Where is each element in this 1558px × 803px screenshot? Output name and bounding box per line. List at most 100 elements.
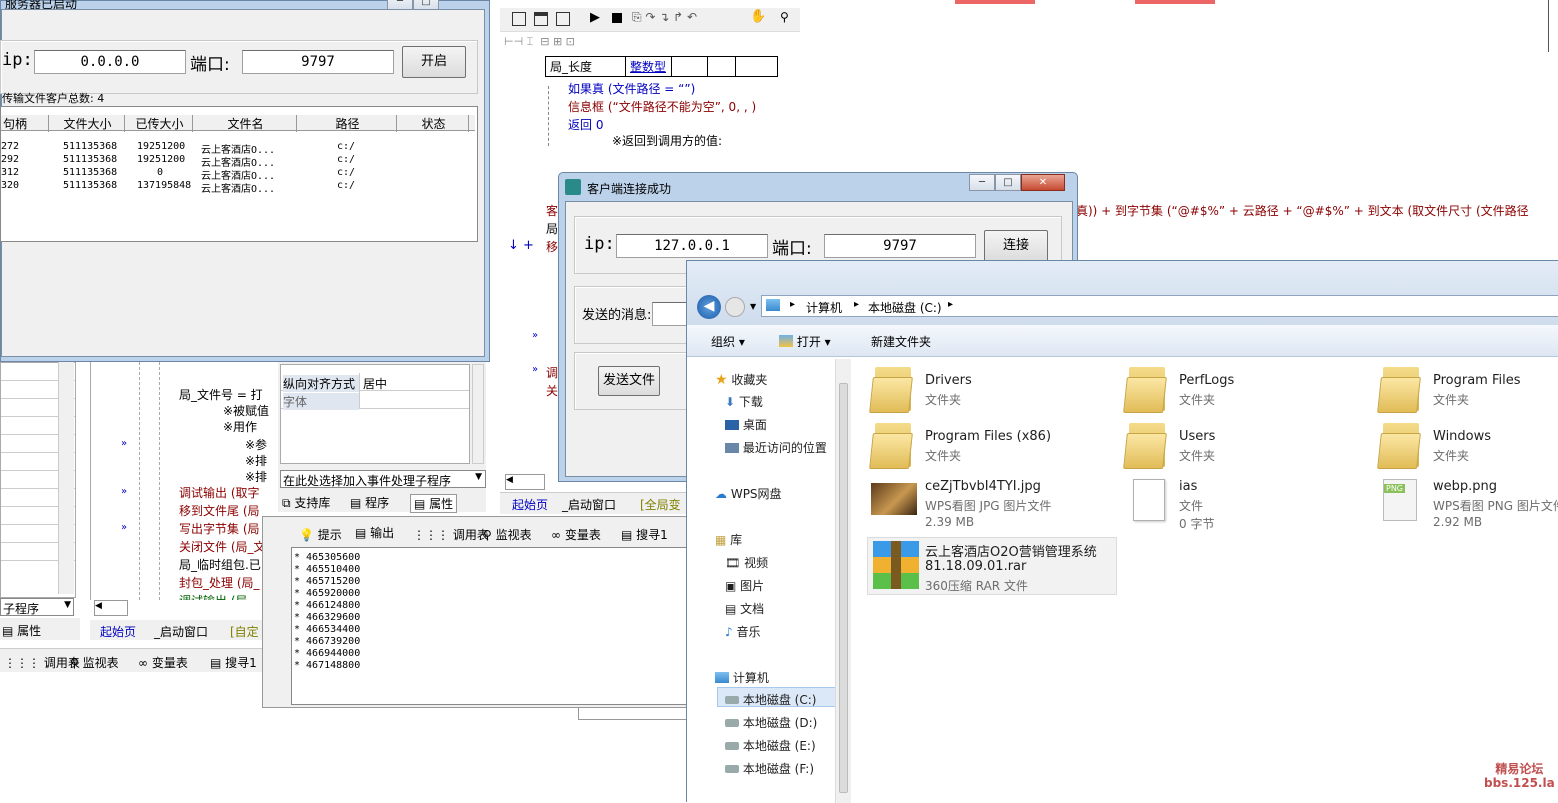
send-file-button[interactable]: 发送文件 [598, 366, 660, 396]
tab-start-window-lower[interactable]: _启动窗口 [154, 623, 208, 640]
table-row[interactable]: 272 511135368 19251200 云上客酒店O... c:/ [1, 141, 475, 156]
nav-documents[interactable]: ▤ 文档 [725, 600, 764, 617]
left-select[interactable]: 子程序 ▼ [0, 598, 74, 616]
tab-program[interactable]: ▤ 程序 [350, 494, 389, 511]
col-path[interactable]: 路径 [299, 115, 397, 132]
table-row[interactable]: 320 511135368 137195848 云上客酒店O... c:/ [1, 180, 475, 195]
organize-menu[interactable]: 组织 ▾ [711, 333, 745, 350]
recent-dropdown-icon[interactable]: ▼ [750, 302, 756, 311]
tab-custom-lower[interactable]: [自定 [230, 623, 259, 640]
tab-watch[interactable]: ⚲ 监视表 [483, 526, 532, 543]
item-name[interactable]: Users [1179, 429, 1215, 444]
item-name[interactable]: Program Files [1433, 373, 1521, 388]
maximize-button[interactable]: □ [995, 174, 1021, 191]
tab-search-left[interactable]: ▤ 搜寻1 [210, 654, 257, 671]
client-port-field[interactable]: 9797 [824, 234, 976, 258]
server-ip-field[interactable]: 0.0.0.0 [34, 50, 186, 74]
table-row[interactable]: 312 511135368 0 云上客酒店O... c:/ [1, 167, 475, 182]
new-folder-button[interactable]: 新建文件夹 [871, 333, 931, 350]
tab-support-lib[interactable]: ⧉ 支持库 [282, 494, 330, 511]
property-grid: 纵向对齐方式 居中 字体 [280, 364, 470, 464]
item-type: 文件夹 [1179, 393, 1216, 407]
item-name[interactable]: ias [1179, 479, 1197, 494]
nav-computer[interactable]: 计算机 [715, 669, 769, 686]
tab-calltable-left[interactable]: ⋮⋮⋮ 调用表 [4, 654, 80, 671]
hand-icon[interactable]: ✋ [750, 9, 766, 24]
col-file-size[interactable]: 文件大小 [51, 115, 125, 132]
minimize-button[interactable]: ─ [969, 174, 995, 191]
nav-library[interactable]: ▦ 库 [715, 531, 742, 548]
h-scroll-upper[interactable]: ◀ [505, 474, 545, 490]
nav-desktop[interactable]: 桌面 [725, 416, 767, 433]
tab-properties[interactable]: ▤ 属性 [410, 494, 458, 513]
file-view[interactable]: Drivers 文件夹 PerfLogs 文件夹 Program Files 文… [853, 357, 1558, 803]
nav-drive-e[interactable]: 本地磁盘 (E:) [725, 737, 816, 754]
stop-icon[interactable] [612, 13, 622, 23]
nav-drive-c[interactable]: 本地磁盘 (C:) [725, 691, 816, 708]
step-icons[interactable]: ⎘ ↷ ↴ ↱ ↶ [632, 10, 697, 25]
close-button[interactable]: ✕ [1021, 174, 1065, 191]
prop-value-0[interactable]: 居中 [363, 375, 387, 392]
doc-tab-bar: 起始页 _启动窗口 [全局变 [500, 492, 690, 514]
nav-scrollbar[interactable] [835, 359, 851, 803]
breadcrumb-sep: ▸ [854, 299, 860, 310]
tab-start-lower[interactable]: 起始页 [100, 623, 136, 640]
breadcrumb-drive[interactable]: 本地磁盘 (C:) [868, 299, 942, 316]
layout-icon[interactable] [512, 12, 526, 26]
tab-vars[interactable]: ∞ 变量表 [551, 526, 601, 543]
item-name-line2[interactable]: 81.18.09.01.rar [925, 559, 1026, 574]
client-ip-field[interactable]: 127.0.0.1 [616, 234, 768, 258]
connect-button[interactable]: 连接 [984, 230, 1048, 262]
event-select[interactable]: 在此处选择加入事件处理子程序 ▼ [280, 470, 486, 488]
breadcrumb-computer[interactable]: 计算机 [806, 299, 842, 316]
tab-output[interactable]: ▤ 输出 [355, 524, 394, 541]
nav-recent[interactable]: 最近访问的位置 [725, 439, 827, 456]
nav-drive-f[interactable]: 本地磁盘 (F:) [725, 760, 814, 777]
back-button[interactable]: ◀ [697, 295, 721, 319]
table-row[interactable]: 292 511135368 19251200 云上客酒店O... c:/ [1, 154, 475, 169]
col-status[interactable]: 状态 [399, 115, 469, 132]
tab-start-window[interactable]: _启动窗口 [562, 496, 616, 513]
left-scrollbar[interactable] [58, 362, 74, 594]
col-sent-size[interactable]: 已传大小 [127, 115, 193, 132]
down-arrow-icon[interactable]: ↓ + [508, 238, 534, 253]
run-icon[interactable]: ▶ [590, 10, 600, 25]
binoculars-icon[interactable]: ⚲ [780, 10, 789, 24]
left-hscroll[interactable]: ◀ [94, 600, 128, 616]
item-name[interactable]: Program Files (x86) [925, 429, 1051, 444]
layout3-icon[interactable] [556, 12, 570, 26]
nav-music[interactable]: ♪ 音乐 [725, 623, 761, 640]
output-text[interactable]: * 465305600 * 465510400 * 465715200 * 46… [291, 547, 689, 705]
address-bar[interactable]: ▸ 计算机 ▸ 本地磁盘 (C:) ▸ [761, 295, 1558, 317]
var-name-cell: 局_长度 [545, 56, 626, 77]
forward-button[interactable] [725, 297, 745, 317]
item-name[interactable]: webp.png [1433, 479, 1497, 494]
open-menu[interactable]: 打开 ▾ [779, 333, 831, 350]
tab-global-var[interactable]: [全局变 [640, 496, 681, 513]
tab-hint[interactable]: 💡 提示 [299, 526, 342, 543]
nav-videos[interactable]: 🎞 视频 [725, 554, 768, 571]
nav-drive-d[interactable]: 本地磁盘 (D:) [725, 714, 817, 731]
nav-favorites[interactable]: ★ 收藏夹 [715, 371, 767, 388]
item-name[interactable]: Windows [1433, 429, 1491, 444]
tab-vars-left[interactable]: ∞ 变量表 [138, 654, 188, 671]
item-name[interactable]: 云上客酒店O2O营销管理系统 [925, 541, 1097, 560]
start-server-button[interactable]: 开启 [402, 46, 466, 78]
transfer-list[interactable]: 句柄 文件大小 已传大小 文件名 路径 状态 272 511135368 192… [0, 106, 478, 242]
item-name[interactable]: Drivers [925, 373, 972, 388]
tab-start[interactable]: 起始页 [512, 496, 548, 513]
nav-wps[interactable]: ☁ WPS网盘 [715, 485, 782, 502]
item-name[interactable]: PerfLogs [1179, 373, 1234, 388]
tab-props-left[interactable]: ▤ 属性 [2, 622, 41, 639]
item-name[interactable]: ceZjTbvbI4TYI.jpg [925, 479, 1041, 494]
col-file-name[interactable]: 文件名 [195, 115, 297, 132]
nav-pictures[interactable]: ▣ 图片 [725, 577, 764, 594]
tab-search[interactable]: ▤ 搜寻1 [621, 526, 668, 543]
layout2-icon[interactable] [534, 12, 548, 26]
prop-scrollbar[interactable] [472, 364, 484, 464]
tab-calltable[interactable]: ⋮⋮⋮ 调用表 [413, 526, 489, 543]
col-handle[interactable]: 句柄 [3, 115, 49, 132]
nav-downloads[interactable]: ⬇ 下载 [725, 393, 763, 410]
tab-watch-left[interactable]: ⚲ 监视表 [70, 654, 119, 671]
server-port-field[interactable]: 9797 [242, 50, 394, 74]
